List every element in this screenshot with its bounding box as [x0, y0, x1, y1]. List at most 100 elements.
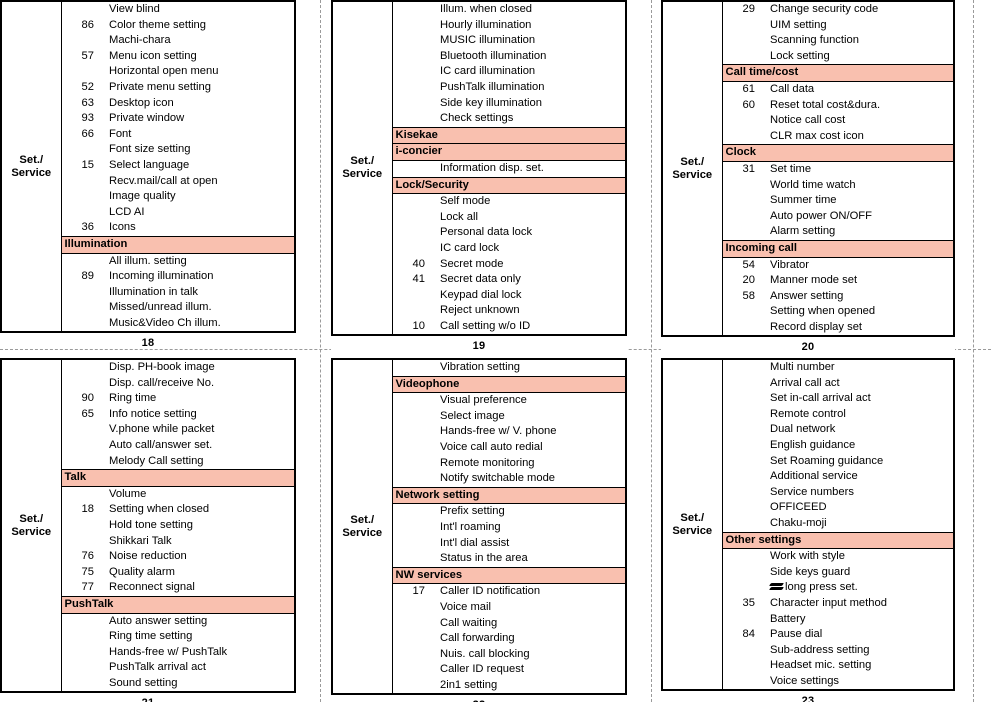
menu-item-label: Setting when opened	[770, 305, 876, 318]
menu-item-label: 2in1 setting	[440, 678, 498, 691]
menu-item-label: LCD AI	[109, 205, 145, 218]
page-reference-number	[392, 647, 432, 663]
menu-item-label: Private menu setting	[109, 80, 211, 93]
menu-item-row: Set./ Service Vibration setting	[332, 359, 626, 695]
menu-item-label: Auto answer setting	[109, 614, 208, 627]
page-reference-number	[61, 676, 101, 693]
page-reference-number	[392, 33, 432, 49]
page-reference-number	[392, 241, 432, 257]
menu-item-label: Bluetooth illumination	[440, 49, 547, 62]
menu-item-label: IC card lock	[440, 241, 500, 254]
menu-item-label: Hourly illumination	[440, 18, 532, 31]
menu-item-label: V.phone while packet	[109, 423, 215, 436]
page-reference-number: 17	[412, 585, 425, 598]
section-header-label: Other settings	[722, 531, 954, 550]
page-reference-number: 66	[81, 127, 94, 140]
page-reference-number	[61, 253, 101, 269]
section-header-label: NW services	[392, 566, 626, 585]
category-label: Set./ Service	[1, 359, 62, 693]
page-reference-number	[392, 194, 432, 210]
menu-item-label: Private window	[109, 112, 185, 125]
page-reference-number	[61, 359, 101, 376]
page-reference-number	[392, 225, 432, 241]
menu-item-row: Set./ Service 29 Change security code	[662, 1, 954, 337]
page-reference-number	[392, 662, 432, 678]
page-reference-number	[722, 469, 762, 485]
menu-item-row: Set./ Service Disp. PH-book image	[1, 359, 295, 693]
menu-item-label: Voice mail	[440, 600, 491, 613]
menu-item-label: Hands-free w/ V. phone	[440, 425, 557, 438]
page-reference-number	[722, 33, 762, 49]
cutout-sheet: <Cutout line> Set./ ServiceView blind86C…	[0, 0, 991, 702]
menu-item-label: Dual network	[770, 423, 836, 436]
menu-table: Set./ Service 29 Change security code UIM s…	[661, 0, 955, 338]
page-reference-number	[722, 320, 762, 337]
page-reference-number	[722, 485, 762, 501]
page-reference-number	[392, 303, 432, 319]
page-reference-number: 40	[412, 257, 425, 270]
page-reference-number	[722, 516, 762, 532]
menu-item-text: long press set.	[785, 581, 858, 594]
menu-item-label: Secret mode	[440, 257, 504, 270]
menu-item-label: Icons	[109, 221, 136, 234]
page-reference-number	[61, 316, 101, 333]
menu-table: Set./ Service View blind 86 Color theme set…	[0, 0, 296, 334]
menu-item-label: Pause dial	[770, 628, 823, 641]
multitask-key-icon	[770, 583, 783, 591]
menu-item-label: Hands-free w/ PushTalk	[109, 645, 228, 658]
page-reference-number	[722, 658, 762, 674]
menu-item-label: Reject unknown	[440, 304, 520, 317]
page-reference-number	[722, 422, 762, 438]
menu-item-row: Set./ Service Multi number	[662, 359, 954, 691]
menu-table: Set./ Service Multi number Arrival call ac…	[661, 358, 955, 692]
page-reference-number	[392, 456, 432, 472]
menu-item-label: Menu icon setting	[109, 49, 197, 62]
page-reference-number	[61, 285, 101, 301]
page-reference-number	[61, 142, 101, 158]
page-reference-number	[722, 391, 762, 407]
menu-item-label: PushTalk arrival act	[109, 661, 206, 674]
section-header-label: Kisekae	[392, 126, 626, 145]
page-reference-number: 36	[81, 221, 94, 234]
page-reference-number	[61, 660, 101, 676]
page-reference-number	[61, 300, 101, 316]
menu-item-label: Notify switchable mode	[440, 472, 556, 485]
page-reference-number	[722, 549, 762, 565]
menu-item-label: View blind	[109, 3, 160, 15]
page-reference-number	[392, 631, 432, 647]
page-reference-number	[61, 64, 101, 80]
section-header-label: Network setting	[392, 486, 626, 505]
menu-item-label: Info notice setting	[109, 407, 197, 420]
page-reference-number: 86	[81, 18, 94, 31]
page-reference-number: 93	[81, 112, 94, 125]
menu-item-label: Sound setting	[109, 676, 178, 689]
menu-item-label: Call setting w/o ID	[440, 319, 531, 332]
page-reference-number	[722, 209, 762, 225]
page-reference-number: 52	[81, 80, 94, 93]
menu-item-label: Side key illumination	[440, 96, 542, 109]
page-reference-number	[392, 49, 432, 65]
page-reference-number	[61, 174, 101, 190]
page-reference-number: 77	[81, 581, 94, 594]
menu-item-label: Color theme setting	[109, 18, 207, 31]
page-reference-number	[61, 1, 101, 18]
page-reference-number	[722, 49, 762, 65]
menu-item-label: Manner mode set	[770, 274, 858, 287]
menu-item-label: All illum. setting	[109, 254, 187, 267]
menu-item-label: Call data	[770, 82, 815, 95]
page-reference-number	[722, 113, 762, 129]
page-reference-number: 89	[81, 270, 94, 283]
page-reference-number: 75	[81, 565, 94, 578]
menu-item-label: Voice settings	[770, 674, 840, 687]
section-header-label: Talk	[61, 469, 295, 487]
page-reference-number	[722, 18, 762, 34]
page-number: 19	[472, 340, 486, 353]
section-header-label: Clock	[722, 144, 954, 162]
menu-item-label: Keypad dial lock	[440, 288, 522, 301]
page-reference-number	[392, 520, 432, 536]
page-reference-number	[722, 674, 762, 691]
page-reference-number: 41	[412, 273, 425, 286]
category-label: Set./ Service	[332, 359, 393, 695]
section-header-label: Lock/Security	[392, 176, 626, 195]
menu-item-label: Hold tone setting	[109, 518, 193, 531]
